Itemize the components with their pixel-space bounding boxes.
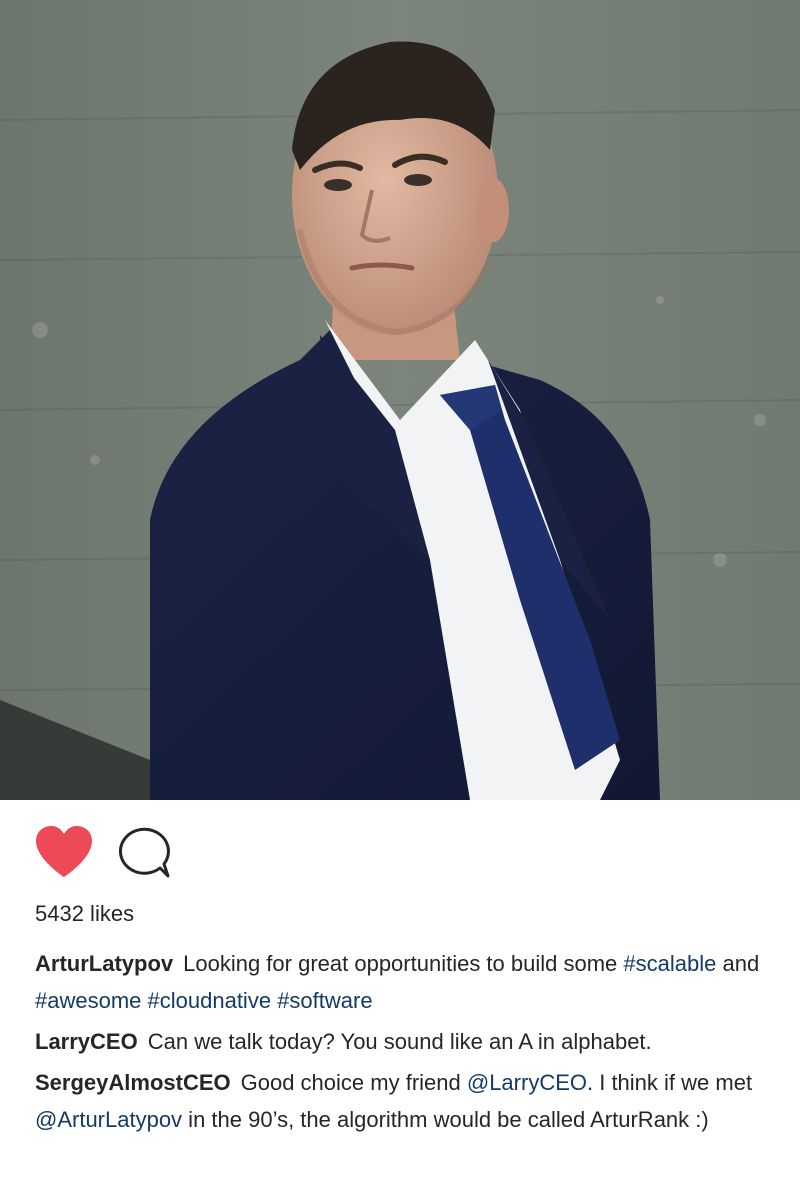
comment-text: . I think if we met <box>587 1070 753 1095</box>
mention-link[interactable]: @ArturLatypov <box>35 1107 182 1132</box>
likes-count[interactable]: 5432 likes <box>35 900 134 928</box>
post-actions <box>34 824 172 880</box>
heart-filled-icon <box>36 826 92 877</box>
comment-username[interactable]: LarryCEO <box>35 1029 138 1054</box>
comment-item: ArturLatypov Looking for great opportunit… <box>35 945 775 1019</box>
comments-list: ArturLatypov Looking for great opportunit… <box>35 945 775 1142</box>
post-photo[interactable] <box>0 0 800 800</box>
hashtag-link[interactable]: #scalable <box>623 951 716 976</box>
comment-item: LarryCEO Can we talk today? You sound lik… <box>35 1023 775 1060</box>
comment-text: Looking for great opportunities to build… <box>183 951 624 976</box>
comment-username[interactable]: ArturLatypov <box>35 951 173 976</box>
comment-text: Can we talk today? You sound like an A i… <box>147 1029 652 1054</box>
comment-item: SergeyAlmostCEO Good choice my friend @La… <box>35 1064 775 1138</box>
instagram-post: 5432 likes ArturLatypov Looking for great… <box>0 0 800 1200</box>
comment-button[interactable] <box>116 824 172 880</box>
mention-link[interactable]: @LarryCEO <box>467 1070 587 1095</box>
hashtag-link[interactable]: #awesome <box>35 988 141 1013</box>
comment-username[interactable]: SergeyAlmostCEO <box>35 1070 231 1095</box>
hashtag-link[interactable]: #software <box>277 988 372 1013</box>
post-photo-illustration <box>0 0 800 800</box>
comment-text: Good choice my friend <box>240 1070 467 1095</box>
comment-text: and <box>716 951 760 976</box>
comment-text: in the 90’s, the algorithm would be call… <box>182 1107 709 1132</box>
hashtag-link[interactable]: #cloudnative <box>148 988 272 1013</box>
like-button[interactable] <box>34 825 94 879</box>
speech-bubble-icon <box>119 827 170 878</box>
